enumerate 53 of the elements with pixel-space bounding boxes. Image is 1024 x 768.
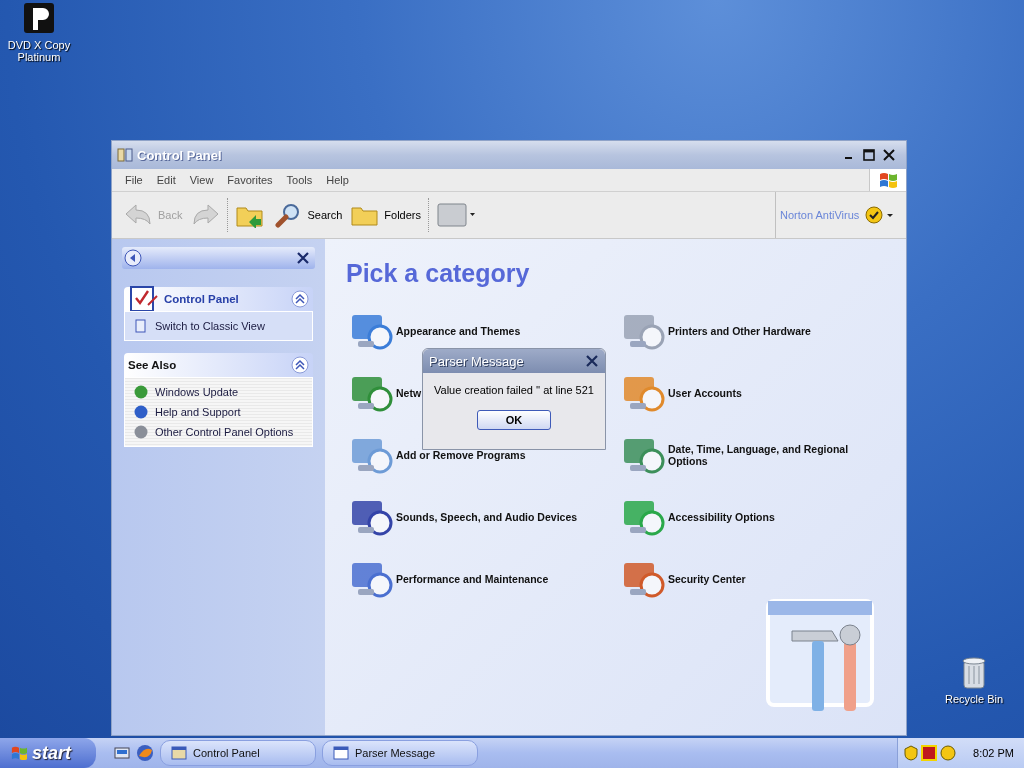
shield-dropdown-icon[interactable] xyxy=(865,206,896,224)
task-icon xyxy=(133,404,149,420)
task-link[interactable]: Windows Update xyxy=(155,386,239,398)
panel-title: Control Panel xyxy=(164,293,239,305)
taskbar-button[interactable]: Parser Message xyxy=(322,740,478,766)
shield-icon[interactable] xyxy=(904,745,919,761)
task-link[interactable]: Other Control Panel Options xyxy=(155,426,294,438)
category-link[interactable]: User Accounts xyxy=(668,387,742,399)
menu-item[interactable]: Edit xyxy=(149,174,183,186)
dialog-title: Parser Message xyxy=(429,353,524,369)
view-icon xyxy=(436,202,476,228)
task-icon xyxy=(133,384,149,400)
menu-item[interactable]: Help xyxy=(319,174,356,186)
category-link[interactable]: Add or Remove Programs xyxy=(396,449,526,461)
page-heading: Pick a category xyxy=(346,259,531,288)
chevron-icon[interactable] xyxy=(291,356,309,374)
folders-button[interactable]: Folders xyxy=(346,200,425,230)
dialog-message: Value creation failed '' at line 521 xyxy=(434,384,594,396)
category-link[interactable]: Netw xyxy=(396,387,422,399)
desktop-icon-label[interactable]: Recycle Bin xyxy=(944,693,1004,705)
windows-flag-icon xyxy=(878,171,898,189)
menu-item[interactable]: Tools xyxy=(279,174,320,186)
window-icon xyxy=(171,746,187,760)
panel-title: See Also xyxy=(128,359,177,371)
maximize-button[interactable] xyxy=(860,146,878,164)
taskbar-button[interactable]: Control Panel xyxy=(160,740,316,766)
category-link[interactable]: Printers and Other Hardware xyxy=(668,325,811,337)
windows-flag-icon xyxy=(10,745,28,761)
zone-alarm-icon[interactable] xyxy=(921,745,938,761)
desktop-shortcut-icon[interactable] xyxy=(114,745,130,761)
ok-button[interactable]: OK xyxy=(477,410,551,430)
menu-item[interactable]: View xyxy=(182,174,221,186)
task-icon xyxy=(133,424,149,440)
chevron-icon[interactable] xyxy=(291,290,309,308)
status-icon[interactable] xyxy=(940,745,957,761)
task-link[interactable]: Help and Support xyxy=(155,406,241,418)
close-icon[interactable] xyxy=(297,252,309,264)
menu-item[interactable]: File xyxy=(118,174,150,186)
search-button[interactable]: Search xyxy=(269,200,347,230)
window-title: Control Panel xyxy=(137,147,222,163)
category-link[interactable]: Sounds, Speech, and Audio Devices xyxy=(396,511,578,523)
close-button[interactable] xyxy=(585,354,599,368)
category-link[interactable]: Appearance and Themes xyxy=(396,325,521,337)
category-link[interactable]: Accessibility Options xyxy=(668,511,775,523)
category-link[interactable]: Security Center xyxy=(668,573,746,585)
category-link[interactable]: Date, Time, Language, and Regional Options xyxy=(668,443,888,467)
window-icon xyxy=(333,746,349,760)
desktop-icon-label[interactable]: DVD X Copy Platinum xyxy=(2,39,76,63)
menu-item[interactable]: Favorites xyxy=(220,174,280,186)
task-icon xyxy=(133,318,149,334)
category-link[interactable]: Performance and Maintenance xyxy=(396,573,549,585)
clock: 8:02 PM xyxy=(973,747,1014,759)
globe-icon[interactable] xyxy=(136,744,154,762)
